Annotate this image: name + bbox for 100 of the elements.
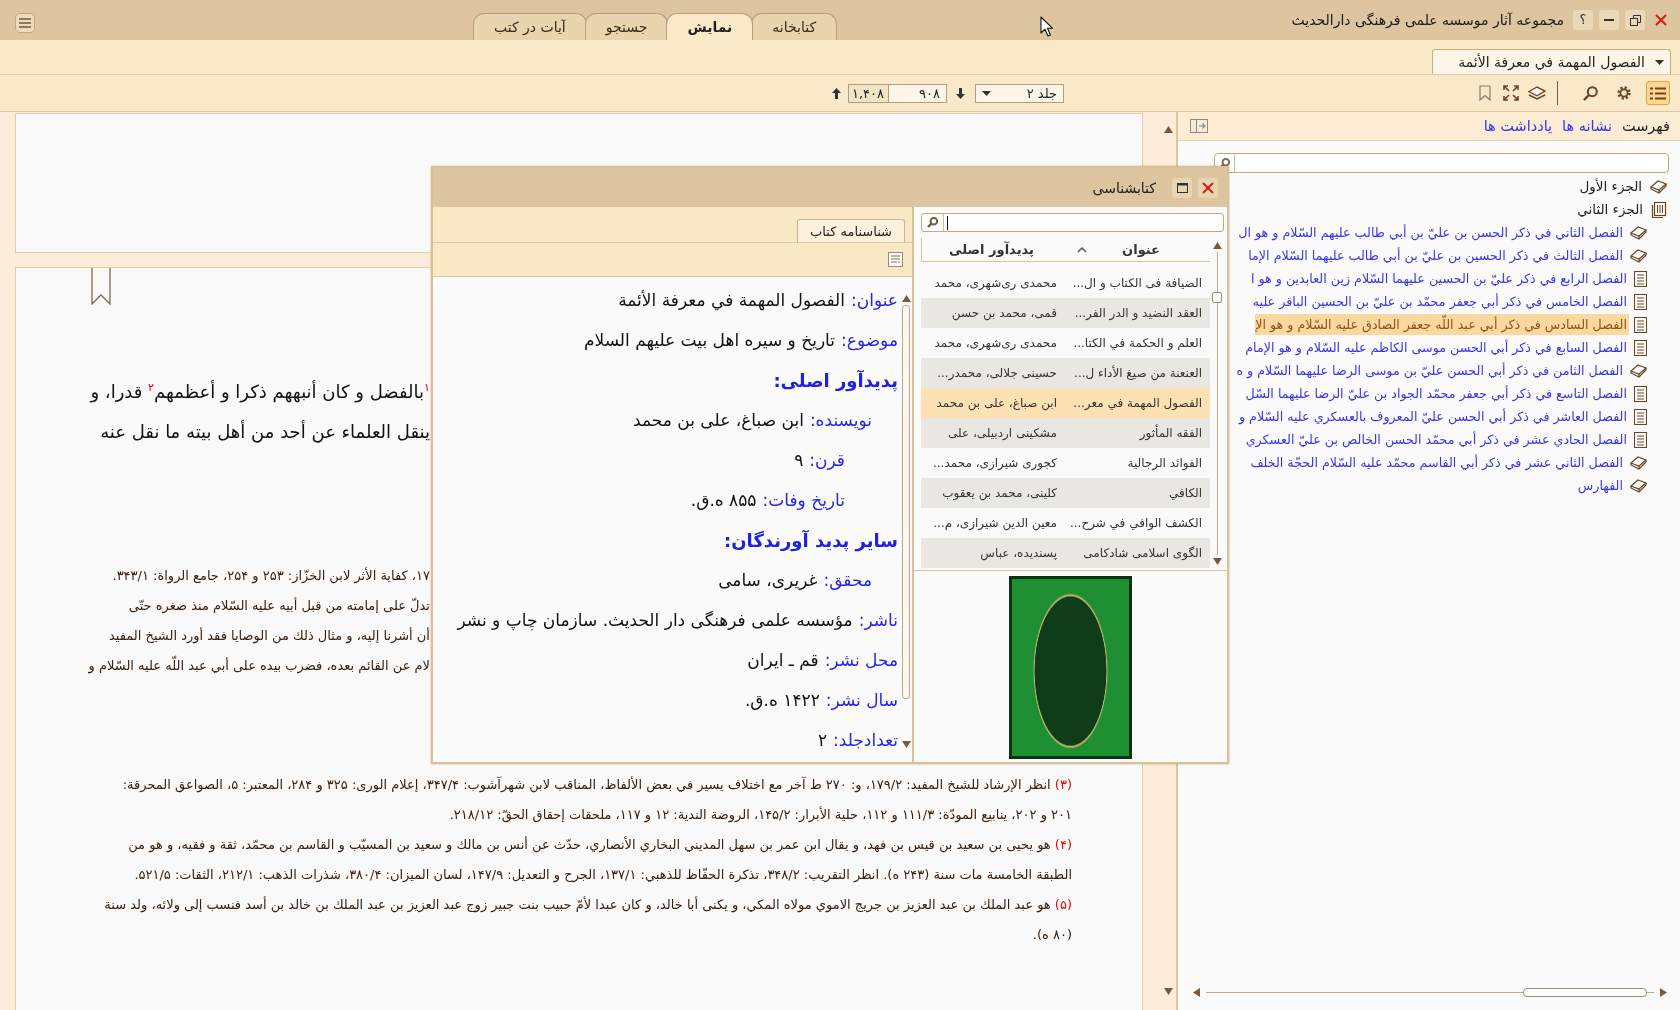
table-row[interactable]: الفوائد الرجالية کجوری شیرازی، محمد... [921, 448, 1210, 478]
right-arrow-icon[interactable] [1660, 987, 1667, 997]
previous-page-button[interactable] [830, 86, 842, 100]
ribbon-tab[interactable]: آیات در کتب [473, 13, 587, 40]
up-arrow-icon[interactable] [901, 295, 911, 302]
field-label: نویسنده: [809, 410, 872, 430]
ribbon-tab[interactable]: نمایش [666, 13, 754, 40]
table-cell-text: العقد النضيد و الدر الفر... [1073, 306, 1203, 320]
field-label: ناشر: [858, 610, 898, 630]
up-arrow-icon[interactable] [1163, 126, 1173, 133]
menu-button[interactable] [15, 13, 35, 33]
left-arrow-icon[interactable] [1193, 987, 1200, 997]
book-stack-icon [1528, 86, 1546, 100]
volume-dropdown[interactable]: جلد ۲ [975, 83, 1064, 103]
maximize-icon [1176, 182, 1188, 193]
table-row[interactable]: الكافي کلینی، محمد بن یعقوب [921, 478, 1210, 508]
search-field[interactable] [921, 213, 1224, 232]
panel-toggle-icon[interactable] [1190, 119, 1208, 133]
ribbon-tab[interactable]: جستجو [584, 13, 669, 40]
sidebar-tab[interactable]: نشانه ها [1562, 118, 1612, 134]
footnote-line: لام عن القائم بعده، فضرب بيده على أبي عبد اللّه عليه السّلام و [88, 651, 430, 681]
document-icon [1634, 293, 1647, 310]
column-header[interactable]: عنوان [1061, 238, 1210, 261]
restore-button[interactable] [1625, 10, 1645, 30]
help-button[interactable]: ؟ [1573, 10, 1593, 30]
down-arrow-icon[interactable] [1212, 558, 1222, 565]
fullscreen-icon [1503, 85, 1519, 101]
detail-tab[interactable]: شناسنامه کتاب [797, 219, 905, 242]
field-label: موضوع: [841, 330, 898, 350]
field-value: ۲ [817, 730, 828, 750]
down-arrow-icon[interactable] [1163, 988, 1173, 995]
field-label: قرن: [809, 450, 845, 470]
ribbon-tab[interactable]: کتابخانه [751, 13, 838, 40]
restore-icon [1629, 14, 1641, 26]
contents-button[interactable] [1646, 81, 1670, 105]
close-icon [1655, 14, 1667, 26]
table-row[interactable]: الفصول المهمة في معر... ابن صباغ، علی بن محمد [921, 388, 1210, 418]
book-selector[interactable]: الفصول المهمة في معرفة الأئمة [1432, 49, 1671, 74]
scrollbar-thumb[interactable] [1523, 987, 1647, 997]
table-cell-text: کجوری شیرازی، محمد... [931, 456, 1058, 470]
minimize-icon [1604, 19, 1614, 21]
tree-item[interactable]: الفصل الثامن في ذكر أبي الحسن عليّ بن موسى الرضا عليهما السّلام و ه [1236, 360, 1625, 381]
table-row[interactable]: الضيافة فى الكتاب و ال... محمدی ری‌شهری، محمد [921, 268, 1210, 298]
bookmark-icon[interactable] [91, 268, 111, 305]
table-cell-text: العلم و الحكمة في الكتا... [1072, 336, 1203, 350]
search-icon [927, 217, 938, 228]
column-header[interactable]: پدیدآور اصلی [922, 238, 1061, 261]
details-icon[interactable] [888, 252, 903, 267]
tree-item[interactable]: الفهارس [1577, 475, 1625, 496]
field-label: محل نشر: [824, 650, 898, 670]
close-button[interactable] [1198, 177, 1218, 198]
up-arrow-icon[interactable] [1212, 242, 1222, 249]
page-number-field[interactable]: ۹۰۸ [888, 83, 947, 103]
table-row[interactable]: الفقه المأثور مشکینی اردبیلی، علی [921, 418, 1210, 448]
search-field[interactable] [1214, 153, 1669, 173]
tree-item[interactable]: الفصل السابع في ذكر أبي الحسن موسى الكاظم عليه السّلام و هو الإمام [1245, 337, 1629, 358]
table-row[interactable]: الگوی اسلامی شادکامی پسندیده، عباس [921, 538, 1210, 568]
table-row[interactable]: العقد النضيد و الدر الفر... قمی، محمد بن حسن [921, 298, 1210, 328]
tree-item[interactable]: الفصل الرابع في ذكر عليّ بن الحسين عليهما السّلام زين العابدين و هو ا [1250, 268, 1629, 289]
table-cell-text: ابن صباغ، علی بن محمد [935, 396, 1058, 410]
tree-item[interactable]: الفصل العاشر في ذكر أبي الحسن عليّ المعروف بالعسكري عليه السّلام و [1238, 406, 1629, 427]
mouse-pointer-icon [1040, 16, 1053, 37]
dialog-title: کتابشناسی [1092, 179, 1156, 196]
table-cell-text: محمدی ری‌شهری، محمد [933, 276, 1058, 290]
tree-item[interactable]: الجزء الثاني [1574, 199, 1646, 220]
tree-item[interactable]: الفصل الثاني في ذكر الحسن بن عليّ بن أبي طالب عليهم السّلام و هو ال [1238, 222, 1625, 243]
sidebar-tab[interactable]: فهرست [1622, 118, 1670, 134]
field-value: ۸۵۵ ه.ق. [690, 490, 757, 510]
text-line: $^{۱}$بالفضل و كان أنبههم ذكرا و أعظمهم$^{۲}$ قدرا، و [90, 379, 430, 405]
table-row[interactable]: العنعنة من صيغ الأداء ل... حسینی جلالی، محمدر... [921, 358, 1210, 388]
gear-icon [1617, 86, 1631, 100]
document-icon [1634, 408, 1647, 425]
table-cell-text: الفوائد الرجالية [1126, 456, 1203, 470]
document-icon [1634, 431, 1647, 448]
tree-item[interactable]: الفصل الثاني عشر في ذكر أبي القاسم محمّد عليه السّلام الحجّة الخلف [1250, 452, 1625, 473]
tree-item[interactable]: الفصل الخامس في ذكر أبي جعفر محمّد بن عليّ بن الحسين الباقر عليه [1252, 291, 1629, 312]
maximize-button[interactable] [1172, 177, 1192, 198]
scrollbar-thumb[interactable] [1212, 292, 1222, 303]
table-cell-text: محمدی ری‌شهری، محمد [933, 336, 1058, 350]
table-row[interactable]: العلم و الحكمة في الكتا... محمدی ری‌شهری، محمد [921, 328, 1210, 358]
tree-item[interactable]: الفصل التاسع في ذكر أبي جعفر محمّد الجواد بن عليّ الرضا عليهما السّل [1245, 383, 1629, 404]
minimize-button[interactable] [1599, 10, 1619, 30]
down-arrow-icon[interactable] [901, 741, 911, 748]
table-row[interactable]: الكشف الوافي في شرح... معین الدین شیرازی، م... [921, 508, 1210, 538]
section-heading: پدیدآور اصلی: [773, 369, 898, 391]
tree-item[interactable]: الجزء الأول [1576, 176, 1645, 197]
tree-item[interactable]: الفصل الحادي عشر في ذكر أبي محمّد الحسن الخالص بن عليّ العسكري [1245, 429, 1629, 450]
scrollbar-track[interactable] [1212, 252, 1222, 555]
menu-icon [19, 18, 31, 28]
document-icon [1634, 339, 1647, 356]
tree-item[interactable]: الفصل السادس في ذكر أبي عبد اللّه جعفر الصادق عليه السّلام و هو الإ [1255, 314, 1629, 335]
field-value: تاريخ و سيره اهل بيت عليهم السلام [584, 330, 835, 350]
next-page-button[interactable] [954, 86, 966, 100]
field-value: ۱۴۲۲ ه.ق. [744, 690, 820, 710]
sidebar-tab[interactable]: یادداشت ها [1483, 118, 1553, 134]
caret-down-icon [1655, 59, 1664, 65]
list-icon [1650, 86, 1666, 100]
document-icon [1634, 385, 1647, 402]
tree-item[interactable]: الفصل الثالث في ذكر الحسين بن عليّ بن أبي طالب عليهما السّلام الإما [1248, 245, 1625, 266]
close-icon [1202, 181, 1214, 194]
